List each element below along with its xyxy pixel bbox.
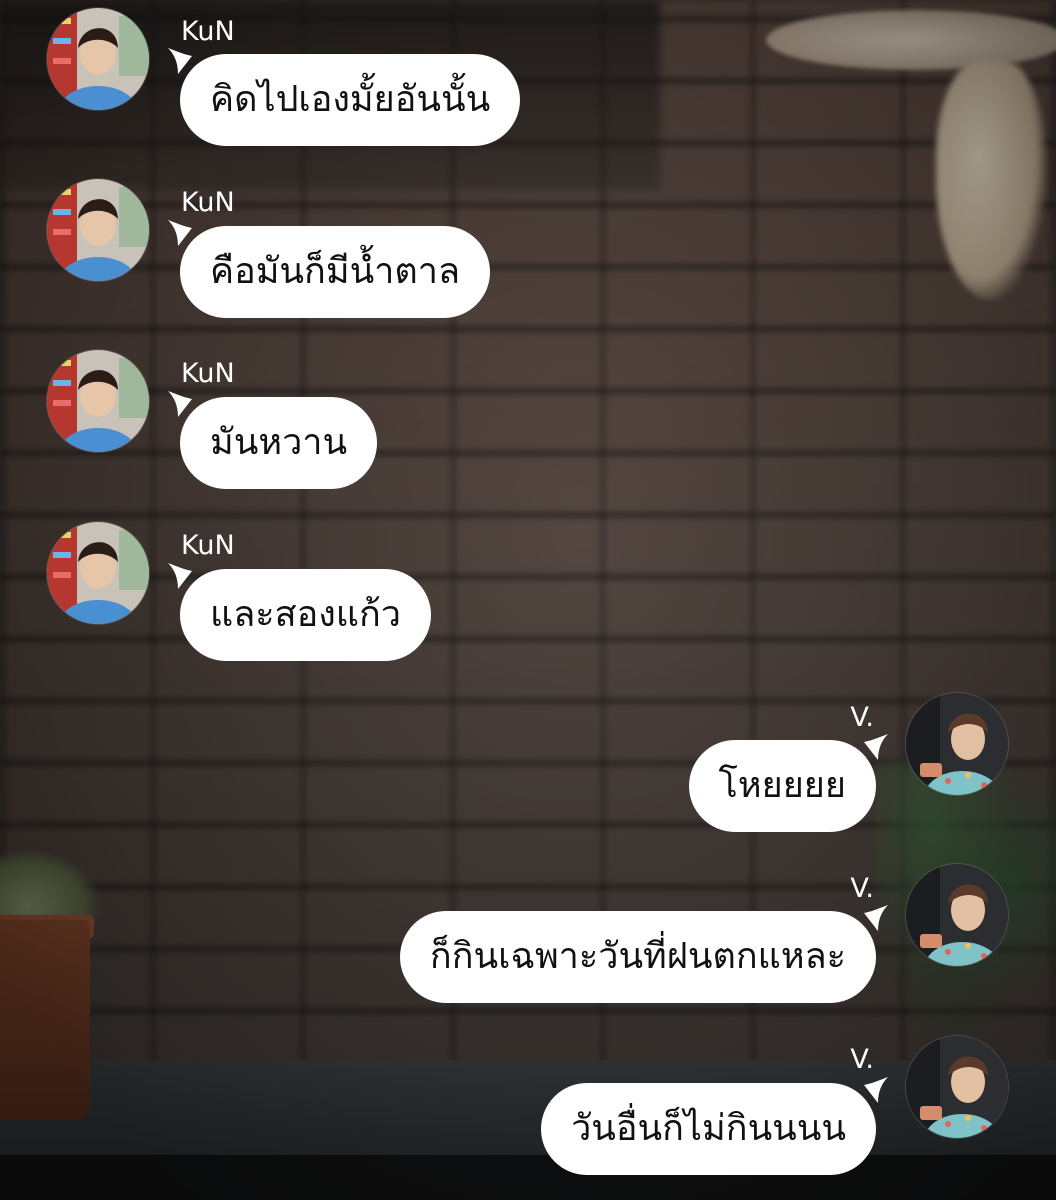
message-text: วันอื่นก็ไม่กินนนน (571, 1108, 846, 1149)
message-text: โหยยยย (718, 765, 846, 806)
sender-name: KuN (181, 358, 235, 389)
avatar-kun-image (47, 350, 149, 452)
bubble-tail-icon (864, 905, 888, 931)
message-bubble[interactable]: ก็กินเฉพาะวันที่ฝนตกแหละ (399, 905, 888, 1003)
bubble-tail-icon (168, 391, 192, 417)
message-bubble[interactable]: คิดไปเองมั้ยอันนั้น (168, 48, 521, 146)
sender-name: V. (850, 873, 874, 904)
avatar[interactable] (906, 693, 1008, 795)
avatar-kun-image (47, 522, 149, 624)
message-bubble[interactable]: โหยยยย (688, 734, 888, 832)
message-bubble[interactable]: วันอื่นก็ไม่กินนนน (541, 1077, 888, 1175)
chat-background (0, 0, 1056, 1200)
avatar-v-image (906, 864, 1008, 966)
bubble-tail-icon (864, 1077, 888, 1103)
bubble-tail-icon (168, 48, 192, 74)
message-text: และสองแก้ว (210, 594, 401, 635)
sender-name: V. (850, 1044, 874, 1075)
message-bubble[interactable]: มันหวาน (168, 391, 378, 489)
sender-name: V. (850, 702, 874, 733)
avatar[interactable] (906, 1036, 1008, 1138)
message-text: ก็กินเฉพาะวันที่ฝนตกแหละ (429, 936, 846, 977)
sender-name: KuN (181, 16, 235, 47)
avatar[interactable] (906, 864, 1008, 966)
bubble-tail-icon (168, 220, 192, 246)
avatar[interactable] (47, 522, 149, 624)
avatar-v-image (906, 693, 1008, 795)
message-text: มันหวาน (210, 422, 348, 463)
avatar-kun-image (47, 8, 149, 110)
avatar[interactable] (47, 350, 149, 452)
avatar-kun-image (47, 179, 149, 281)
message-text: คือมันก็มีน้ำตาล (210, 251, 461, 292)
sender-name: KuN (181, 187, 235, 218)
message-bubble[interactable]: คือมันก็มีน้ำตาล (168, 220, 491, 318)
avatar-v-image (906, 1036, 1008, 1138)
message-text: คิดไปเองมั้ยอันนั้น (210, 79, 491, 120)
bubble-tail-icon (168, 563, 192, 589)
sender-name: KuN (181, 530, 235, 561)
avatar[interactable] (47, 179, 149, 281)
avatar[interactable] (47, 8, 149, 110)
bubble-tail-icon (864, 734, 888, 760)
background-vignette (0, 0, 1056, 1200)
message-bubble[interactable]: และสองแก้ว (168, 563, 431, 661)
